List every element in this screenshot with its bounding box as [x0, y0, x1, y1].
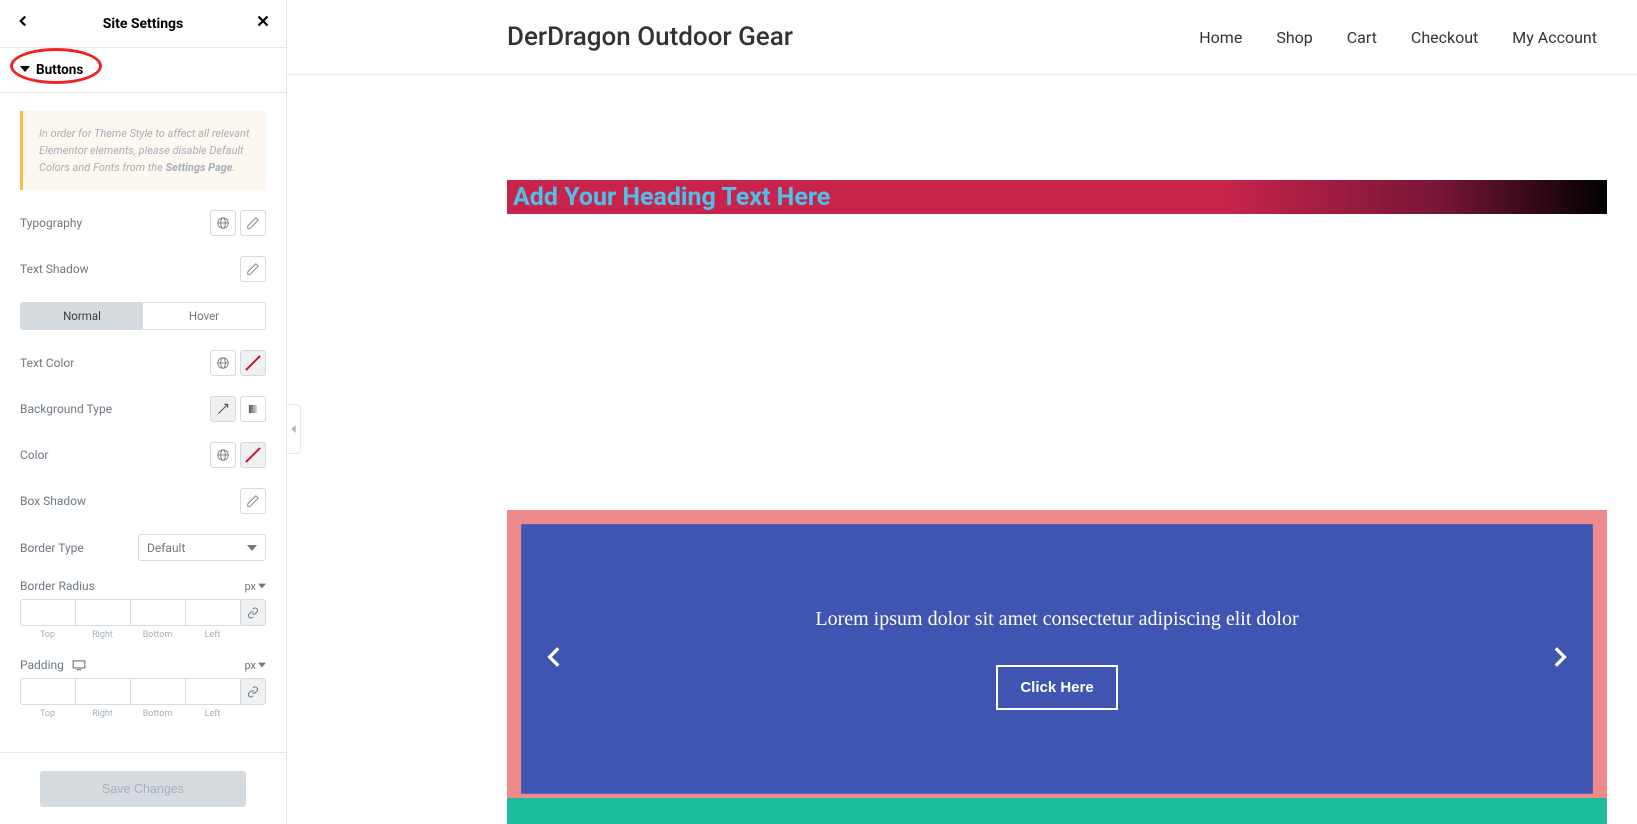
- nav-checkout[interactable]: Checkout: [1411, 28, 1478, 47]
- preview-area: DerDragon Outdoor Gear Home Shop Cart Ch…: [287, 0, 1637, 824]
- edit-box-shadow-button[interactable]: [240, 488, 266, 514]
- typography-label: Typography: [20, 216, 82, 230]
- sidebar-header: Site Settings: [0, 0, 286, 48]
- control-typography: Typography: [20, 210, 266, 236]
- state-tabs: Normal Hover: [20, 302, 266, 330]
- nav-my-account[interactable]: My Account: [1512, 28, 1597, 47]
- border-radius-top[interactable]: [20, 599, 75, 626]
- border-radius-unit[interactable]: px: [244, 580, 266, 593]
- panel-content: In order for Theme Style to affect all r…: [0, 93, 286, 749]
- close-button[interactable]: [254, 12, 272, 34]
- border-type-value: Default: [147, 541, 185, 555]
- edit-typography-button[interactable]: [240, 210, 266, 236]
- accordion-label: Buttons: [36, 62, 83, 78]
- slide: Lorem ipsum dolor sit amet consectetur a…: [521, 524, 1593, 794]
- control-text-shadow: Text Shadow: [20, 256, 266, 282]
- accordion-buttons[interactable]: Buttons: [0, 48, 286, 93]
- dim-labels-radius: TopRightBottomLeft: [20, 630, 266, 640]
- desktop-icon: [72, 659, 86, 671]
- globe-button[interactable]: [210, 350, 236, 376]
- padding-top[interactable]: [20, 678, 75, 705]
- nav-home[interactable]: Home: [1199, 28, 1242, 47]
- tab-hover[interactable]: Hover: [143, 303, 265, 329]
- globe-button[interactable]: [210, 442, 236, 468]
- control-padding: Padding px: [20, 658, 266, 672]
- site-title: DerDragon Outdoor Gear: [507, 22, 793, 52]
- dim-labels-padding: TopRightBottomLeft: [20, 709, 266, 719]
- slider-section: Lorem ipsum dolor sit amet consectetur a…: [507, 510, 1607, 810]
- bg-gradient-button[interactable]: [240, 396, 266, 422]
- save-changes-button[interactable]: Save Changes: [40, 771, 246, 807]
- back-button[interactable]: [14, 12, 32, 34]
- globe-button[interactable]: [210, 210, 236, 236]
- border-radius-right[interactable]: [75, 599, 130, 626]
- control-border-type: Border Type Default: [20, 534, 266, 561]
- padding-label: Padding: [20, 658, 86, 672]
- page-body: Add Your Heading Text Here Lorem ipsum d…: [287, 75, 1637, 810]
- link-values-button[interactable]: [240, 599, 266, 626]
- border-type-select[interactable]: Default: [138, 534, 266, 561]
- border-radius-left[interactable]: [185, 599, 240, 626]
- border-radius-inputs: [20, 599, 266, 626]
- padding-bottom[interactable]: [130, 678, 185, 705]
- control-color: Color: [20, 442, 266, 468]
- border-type-label: Border Type: [20, 541, 84, 555]
- nav-cart[interactable]: Cart: [1347, 28, 1377, 47]
- text-color-picker[interactable]: [240, 350, 266, 376]
- collapse-sidebar-handle[interactable]: [287, 404, 301, 454]
- edit-text-shadow-button[interactable]: [240, 256, 266, 282]
- sidebar-footer: Save Changes: [0, 752, 286, 824]
- border-radius-label: Border Radius: [20, 579, 95, 593]
- border-radius-bottom[interactable]: [130, 599, 185, 626]
- padding-unit[interactable]: px: [244, 659, 266, 672]
- slide-text: Lorem ipsum dolor sit amet consectetur a…: [815, 608, 1298, 631]
- caret-down-icon: [20, 62, 30, 78]
- next-arrow[interactable]: [1546, 644, 1572, 674]
- tab-normal[interactable]: Normal: [21, 303, 143, 329]
- nav-shop[interactable]: Shop: [1276, 28, 1312, 47]
- padding-inputs: [20, 678, 266, 705]
- box-shadow-label: Box Shadow: [20, 494, 86, 508]
- bg-type-label: Background Type: [20, 402, 112, 416]
- control-border-radius: Border Radius px: [20, 579, 266, 593]
- padding-right[interactable]: [75, 678, 130, 705]
- text-shadow-label: Text Shadow: [20, 262, 89, 276]
- green-section: [507, 798, 1607, 824]
- link-values-button[interactable]: [240, 678, 266, 705]
- color-label: Color: [20, 448, 48, 462]
- control-bg-type: Background Type: [20, 396, 266, 422]
- prev-arrow[interactable]: [542, 644, 568, 674]
- slide-button[interactable]: Click Here: [996, 665, 1117, 710]
- control-text-color: Text Color: [20, 350, 266, 376]
- heading-text: Add Your Heading Text Here: [513, 183, 830, 212]
- notice-box: In order for Theme Style to affect all r…: [20, 111, 266, 190]
- site-header: DerDragon Outdoor Gear Home Shop Cart Ch…: [287, 0, 1637, 75]
- text-color-label: Text Color: [20, 356, 74, 370]
- heading-widget[interactable]: Add Your Heading Text Here: [507, 180, 1607, 214]
- site-nav: Home Shop Cart Checkout My Account: [1199, 28, 1597, 47]
- settings-sidebar: Site Settings Buttons In order for Theme…: [0, 0, 287, 824]
- settings-page-link[interactable]: Settings Page: [166, 161, 233, 174]
- color-picker[interactable]: [240, 442, 266, 468]
- control-box-shadow: Box Shadow: [20, 488, 266, 514]
- sidebar-title: Site Settings: [103, 16, 184, 32]
- padding-left[interactable]: [185, 678, 240, 705]
- bg-classic-button[interactable]: [210, 396, 236, 422]
